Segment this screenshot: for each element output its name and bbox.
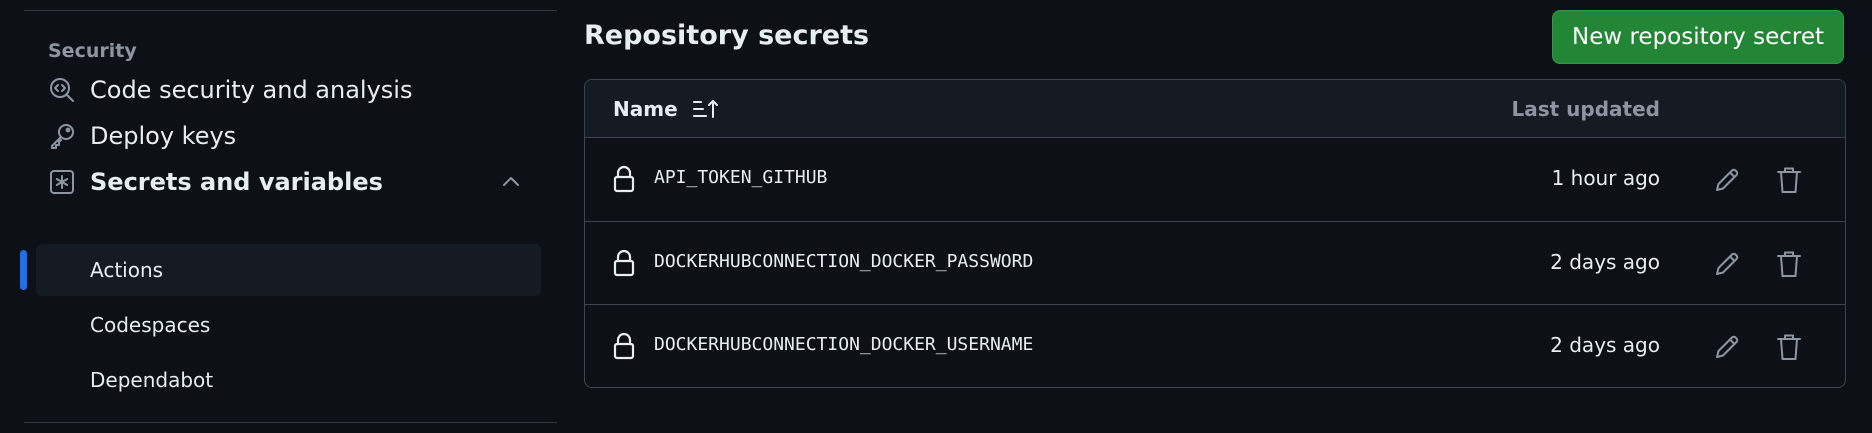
- column-header-last-updated: Last updated: [1511, 97, 1660, 121]
- sidebar-item-label: Deploy keys: [90, 122, 237, 150]
- pencil-icon[interactable]: [1712, 332, 1742, 362]
- column-header-name[interactable]: Name: [613, 97, 720, 121]
- secret-last-updated: 1 hour ago: [1551, 166, 1660, 190]
- table-row: DOCKERHUBCONNECTION_DOCKER_PASSWORD 2 da…: [585, 221, 1845, 304]
- sidebar-item-deploy-keys[interactable]: Deploy keys: [36, 111, 541, 161]
- codescan-icon: [48, 76, 76, 104]
- sidebar-top-divider: [24, 10, 557, 11]
- table-header: Name Last updated: [585, 80, 1845, 138]
- trash-icon[interactable]: [1775, 248, 1803, 280]
- secret-last-updated: 2 days ago: [1550, 250, 1660, 274]
- sidebar-item-code-security[interactable]: Code security and analysis: [36, 65, 541, 115]
- trash-icon[interactable]: [1775, 331, 1803, 363]
- sidebar-item-secrets-and-variables[interactable]: Secrets and variables: [36, 157, 541, 207]
- sidebar-subitem-codespaces[interactable]: Codespaces: [36, 299, 541, 351]
- sidebar-subitem-label: Dependabot: [90, 368, 214, 392]
- lock-icon: [613, 332, 635, 360]
- pencil-icon[interactable]: [1712, 249, 1742, 279]
- secret-name: DOCKERHUBCONNECTION_DOCKER_PASSWORD: [654, 251, 1034, 272]
- key-icon: [48, 122, 76, 150]
- sidebar-subitem-actions[interactable]: Actions: [36, 244, 541, 296]
- sidebar-subitem-dependabot[interactable]: Dependabot: [36, 354, 541, 406]
- new-repository-secret-button[interactable]: New repository secret: [1552, 10, 1844, 64]
- sidebar-subitem-label: Actions: [90, 258, 164, 282]
- trash-icon[interactable]: [1775, 164, 1803, 196]
- secret-last-updated: 2 days ago: [1550, 333, 1660, 357]
- active-indicator: [20, 250, 27, 290]
- sidebar-subitem-label: Codespaces: [90, 313, 211, 337]
- pencil-icon[interactable]: [1712, 165, 1742, 195]
- table-row: DOCKERHUBCONNECTION_DOCKER_USERNAME 2 da…: [585, 304, 1845, 387]
- column-header-name-label: Name: [613, 97, 678, 121]
- sidebar-item-label: Secrets and variables: [90, 168, 383, 196]
- chevron-up-icon[interactable]: [499, 170, 523, 194]
- page-title: Repository secrets: [584, 20, 870, 51]
- asterisk-box-icon: [48, 168, 76, 196]
- table-row: API_TOKEN_GITHUB 1 hour ago: [585, 138, 1845, 221]
- secrets-table: Name Last updated API_TOKEN_GITHUB 1 hou…: [584, 79, 1846, 388]
- sidebar-section-heading: Security: [48, 40, 137, 62]
- lock-icon: [613, 249, 635, 277]
- sidebar-item-label: Code security and analysis: [90, 76, 413, 104]
- sidebar-bottom-divider: [24, 422, 557, 423]
- lock-icon: [613, 165, 635, 193]
- sort-ascending-icon[interactable]: [692, 97, 720, 121]
- secret-name: DOCKERHUBCONNECTION_DOCKER_USERNAME: [654, 334, 1034, 355]
- secret-name: API_TOKEN_GITHUB: [654, 167, 828, 188]
